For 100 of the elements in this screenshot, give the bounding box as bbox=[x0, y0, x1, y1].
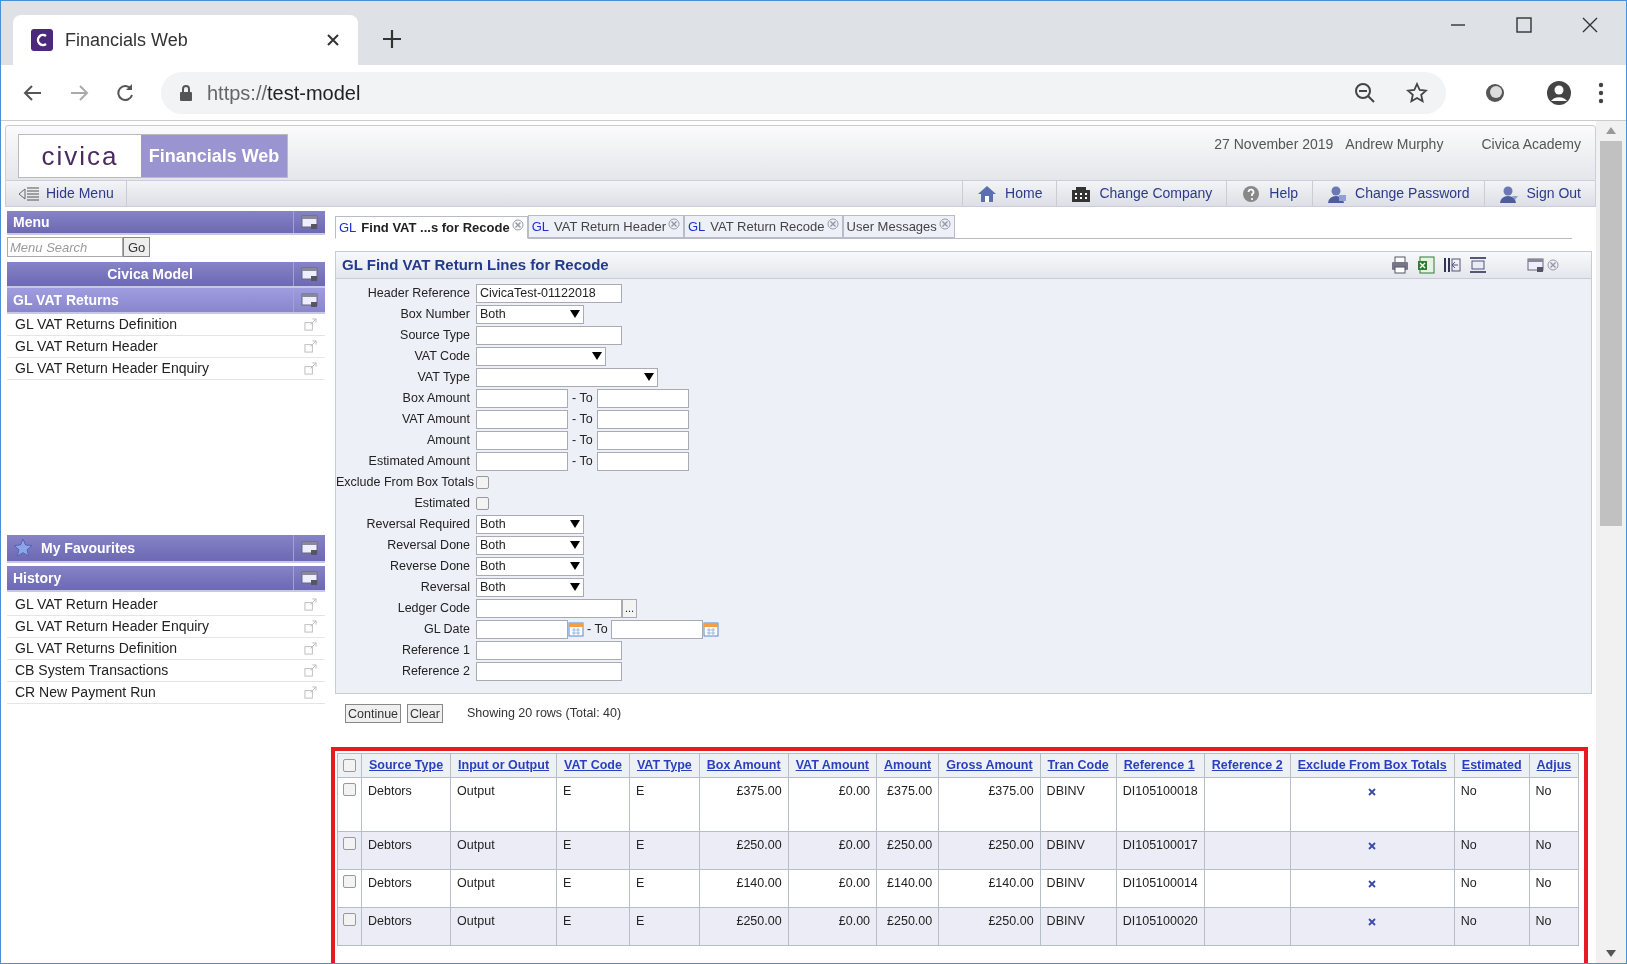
scrollbar-thumb[interactable] bbox=[1600, 141, 1622, 526]
input-field[interactable] bbox=[476, 661, 622, 681]
panel-toggle-icon[interactable] bbox=[300, 266, 319, 282]
menu-item[interactable]: GL VAT Return Header Enquiry bbox=[7, 358, 325, 380]
tab[interactable]: GL Find VAT ...s for Recode bbox=[335, 216, 528, 239]
table-cell: £250.00 bbox=[887, 838, 933, 852]
checkbox[interactable] bbox=[476, 475, 489, 489]
forward-icon[interactable] bbox=[69, 82, 89, 103]
input-field[interactable] bbox=[476, 640, 622, 660]
input-field[interactable] bbox=[596, 430, 689, 450]
table-cell: £250.00 bbox=[988, 914, 1034, 928]
close-icon[interactable] bbox=[326, 33, 340, 47]
open-window-icon[interactable] bbox=[304, 620, 317, 633]
extension-icon[interactable] bbox=[1484, 81, 1506, 104]
star-icon[interactable] bbox=[1406, 81, 1428, 104]
scrollbar[interactable] bbox=[1596, 121, 1626, 963]
menu-search-field[interactable]: Menu Search bbox=[7, 237, 123, 257]
nav-link[interactable]: Help bbox=[1226, 181, 1313, 206]
hide-menu-button[interactable]: Hide Menu bbox=[6, 181, 127, 206]
back-icon[interactable] bbox=[23, 82, 43, 103]
layout-icon[interactable] bbox=[1469, 256, 1487, 274]
zoom-out-icon[interactable] bbox=[1354, 81, 1376, 104]
nav-link[interactable]: Sign Out bbox=[1483, 181, 1595, 206]
row-checkbox[interactable] bbox=[343, 783, 356, 796]
close-tab-icon[interactable] bbox=[938, 217, 951, 230]
spreadsheet-icon[interactable] bbox=[1417, 256, 1435, 274]
scroll-up-icon[interactable] bbox=[1606, 126, 1616, 134]
menu-item[interactable]: GL VAT Returns Definition bbox=[7, 638, 325, 660]
reload-icon[interactable] bbox=[115, 82, 135, 103]
table-cell: DBINV bbox=[1046, 876, 1085, 890]
row-checkbox[interactable] bbox=[343, 875, 356, 888]
tab[interactable]: GL VAT Return Header bbox=[527, 215, 684, 238]
maximize-icon[interactable] bbox=[1516, 17, 1532, 33]
close-icon[interactable] bbox=[1582, 17, 1598, 33]
menu-item[interactable]: GL VAT Return Header Enquiry bbox=[7, 616, 325, 638]
nav-link[interactable]: Change Password bbox=[1312, 181, 1484, 206]
open-window-icon[interactable] bbox=[304, 362, 317, 375]
form-button[interactable]: Clear bbox=[407, 704, 443, 723]
tab[interactable]: User Messages bbox=[842, 215, 955, 238]
open-window-icon[interactable] bbox=[304, 318, 317, 331]
table-cell: £0.00 bbox=[838, 914, 871, 928]
dropdown[interactable] bbox=[476, 367, 658, 387]
input-field[interactable] bbox=[596, 409, 689, 429]
open-window-icon[interactable] bbox=[304, 598, 317, 611]
close-tab-icon[interactable] bbox=[826, 217, 839, 230]
panel-toggle-icon[interactable] bbox=[300, 214, 319, 230]
row-checkbox[interactable] bbox=[343, 837, 356, 850]
browser-tab[interactable]: Financials Web bbox=[13, 15, 358, 65]
panel-toggle-icon[interactable] bbox=[300, 292, 319, 308]
panel-toggle-icon[interactable] bbox=[1527, 257, 1545, 273]
input-field[interactable] bbox=[476, 619, 568, 639]
menu-item[interactable]: CR New Payment Run bbox=[7, 682, 325, 704]
input-field[interactable] bbox=[476, 325, 622, 345]
star-icon bbox=[13, 538, 33, 558]
dropdown[interactable]: Both bbox=[476, 535, 584, 555]
row-checkbox[interactable] bbox=[343, 913, 356, 926]
input-field[interactable] bbox=[476, 430, 568, 450]
panel-toggle-icon[interactable] bbox=[300, 540, 319, 556]
go-button[interactable]: Go bbox=[123, 237, 151, 257]
menu-item[interactable]: GL VAT Return Header bbox=[7, 594, 325, 616]
menu-item[interactable]: GL VAT Returns Definition bbox=[7, 314, 325, 336]
nav-link[interactable]: Change Company bbox=[1056, 181, 1227, 206]
input-field[interactable] bbox=[596, 451, 689, 471]
profile-icon[interactable] bbox=[1546, 79, 1572, 106]
calendar-icon[interactable] bbox=[568, 621, 584, 637]
lookup-button[interactable]: ... bbox=[622, 598, 638, 618]
menu-item[interactable]: CB System Transactions bbox=[7, 660, 325, 682]
dropdown[interactable]: Both bbox=[476, 577, 584, 597]
dropdown[interactable] bbox=[476, 346, 606, 366]
input-field[interactable] bbox=[476, 598, 622, 618]
tab[interactable]: GL VAT Return Recode bbox=[684, 215, 843, 238]
dropdown[interactable]: Both bbox=[476, 556, 584, 576]
new-tab-icon[interactable] bbox=[382, 29, 402, 49]
input-field[interactable] bbox=[476, 388, 568, 408]
scroll-down-icon[interactable] bbox=[1606, 950, 1616, 958]
calendar-icon[interactable] bbox=[702, 621, 719, 637]
input-field[interactable] bbox=[476, 409, 568, 429]
input-field[interactable] bbox=[596, 388, 689, 408]
address-bar[interactable]: https://test-model bbox=[161, 71, 1446, 114]
dropdown[interactable]: Both bbox=[476, 514, 584, 534]
open-window-icon[interactable] bbox=[304, 642, 317, 655]
close-tab-icon[interactable] bbox=[511, 218, 524, 231]
field-label: Header Reference bbox=[366, 284, 471, 302]
input-field[interactable] bbox=[476, 451, 568, 471]
panel-toggle-icon[interactable] bbox=[300, 570, 319, 586]
select-all-checkbox[interactable] bbox=[343, 759, 356, 773]
nav-link[interactable]: Home bbox=[962, 181, 1057, 206]
open-window-icon[interactable] bbox=[304, 686, 317, 699]
close-tab-icon[interactable] bbox=[668, 217, 680, 230]
open-window-icon[interactable] bbox=[304, 340, 317, 353]
menu-icon[interactable] bbox=[1598, 81, 1604, 104]
columns-icon[interactable] bbox=[1443, 256, 1461, 274]
print-icon[interactable] bbox=[1391, 256, 1409, 274]
input-field[interactable] bbox=[610, 619, 703, 639]
open-window-icon[interactable] bbox=[304, 664, 317, 677]
checkbox[interactable] bbox=[476, 496, 489, 510]
dropdown[interactable]: Both bbox=[476, 304, 584, 324]
form-button[interactable]: Continue bbox=[345, 704, 402, 723]
menu-item[interactable]: GL VAT Return Header bbox=[7, 336, 325, 358]
field-label: GL Date bbox=[422, 620, 471, 638]
